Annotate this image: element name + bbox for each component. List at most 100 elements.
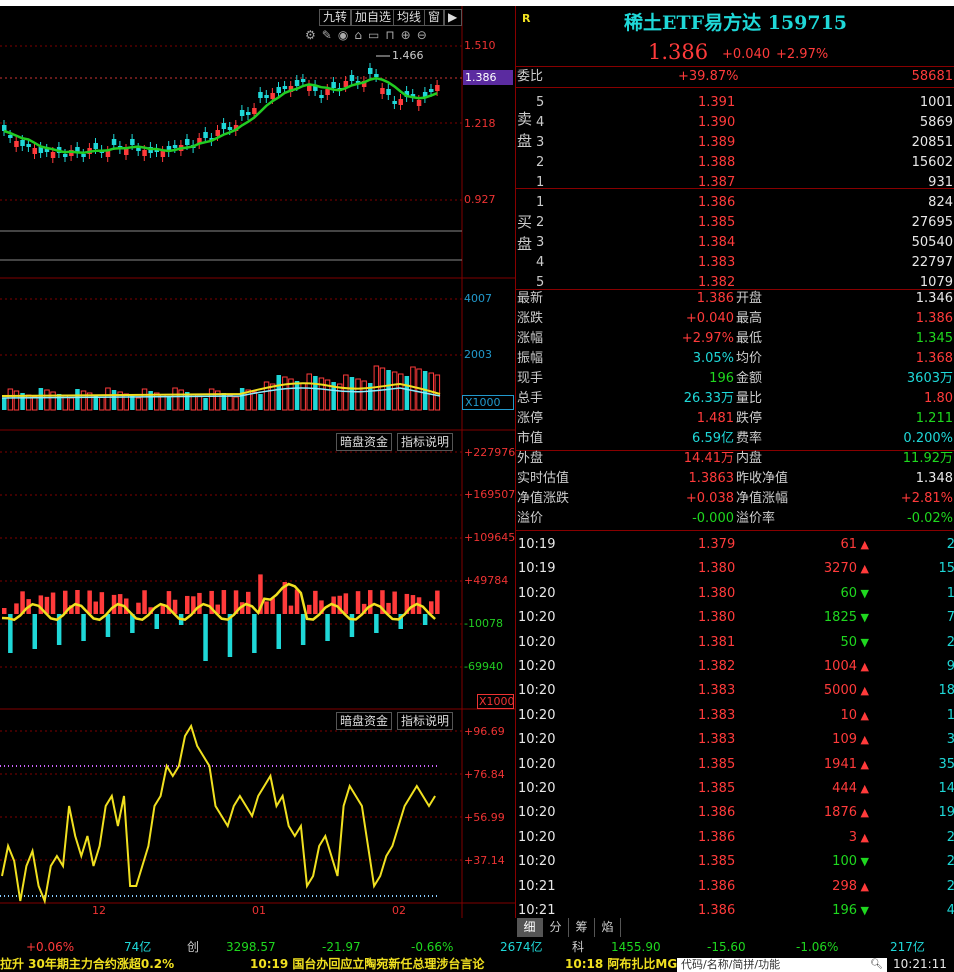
export-icon[interactable]: ▭ xyxy=(368,28,385,42)
tab-3[interactable]: 焰 xyxy=(595,918,621,937)
tick-row[interactable]: 10:20 1.381 50 ▼ 2 xyxy=(516,631,954,655)
dark-fund-button[interactable]: 暗盘资金 xyxy=(336,433,393,451)
volume-bar xyxy=(44,389,50,411)
volume-bar xyxy=(135,397,142,411)
stat-row: 外盘 14.41万 内盘 11.92万 xyxy=(516,449,954,469)
ask-row[interactable]: 1 1.387 931 xyxy=(516,173,954,193)
candle xyxy=(380,88,385,94)
search-icon[interactable]: 🔍︎ xyxy=(870,958,883,972)
tab-2[interactable]: 筹 xyxy=(569,918,595,937)
tick-row[interactable]: 10:20 1.380 1825 ▼ 7 xyxy=(516,606,954,630)
search-input[interactable]: 代码/名称/简拼/功能 🔍︎ xyxy=(677,958,887,972)
tick-row[interactable]: 10:20 1.385 1941 ▲ 35 xyxy=(516,753,954,777)
ask-row[interactable]: 3 1.389 20851 xyxy=(516,133,954,153)
volume-bar xyxy=(111,390,117,410)
chart-canvas[interactable] xyxy=(0,6,515,918)
tick-row[interactable]: 10:21 1.386 298 ▲ 2 xyxy=(516,875,954,899)
bid-row[interactable]: 4 1.383 22797 xyxy=(516,253,954,273)
volume-bar xyxy=(263,381,270,411)
news-item[interactable]: 拉升 30年期主力合约涨超0.2% xyxy=(0,957,174,972)
bid-row[interactable]: 2 1.385 27695 xyxy=(516,213,954,233)
stat-label: 净值涨幅 xyxy=(736,491,789,506)
stat-value: 6.59亿 xyxy=(692,431,734,446)
tick-price: 1.386 xyxy=(698,878,736,894)
bid-row[interactable]: 3 1.384 50540 xyxy=(516,233,954,253)
header-pct: +2.97% xyxy=(776,47,829,62)
tick-row[interactable]: 10:20 1.380 60 ▼ 1 xyxy=(516,582,954,606)
oscillator-line xyxy=(1,723,436,905)
news-item[interactable]: 10:19 国台办回应立陶宛新任总理涉台言论 xyxy=(250,957,484,972)
stat-value: +0.040 xyxy=(685,311,734,326)
tick-volume: 60 xyxy=(840,585,857,601)
fund-bar xyxy=(197,592,202,614)
tab-0[interactable]: 细 xyxy=(517,918,543,937)
tick-row[interactable]: 10:19 1.379 61 ▲ 2 xyxy=(516,533,954,557)
volume-bar xyxy=(294,381,300,410)
tick-row[interactable]: 10:20 1.386 3 ▲ 2 xyxy=(516,826,954,850)
window-button[interactable]: 窗 xyxy=(424,9,445,26)
ma-line-button[interactable]: 均线 xyxy=(393,9,426,26)
ask-price: 1.387 xyxy=(698,175,736,190)
tick-count: 15 xyxy=(938,561,954,577)
stat-value: -0.02% xyxy=(907,511,953,526)
tab-1[interactable]: 分 xyxy=(543,918,569,937)
news-item[interactable]: 10:18 阿布扎比MG xyxy=(565,957,677,972)
fund-bar xyxy=(325,614,330,641)
expand-button[interactable]: ▶ xyxy=(444,9,462,26)
settings-icon[interactable]: ⚙ xyxy=(305,28,322,42)
tick-row[interactable]: 10:20 1.383 10 ▲ 1 xyxy=(516,704,954,728)
fund-bar xyxy=(87,590,92,614)
tick-volume: 61 xyxy=(840,537,857,552)
ask-volume: 1001 xyxy=(919,95,953,110)
bid-price: 1.384 xyxy=(698,235,736,250)
indicator-info-button[interactable]: 指标说明 xyxy=(397,712,454,730)
tick-row[interactable]: 10:20 1.383 5000 ▲ 18 xyxy=(516,679,954,703)
eye-icon[interactable]: ◉ xyxy=(338,28,354,42)
tick-volume: 1876 xyxy=(823,805,857,821)
ke-amount: 217亿 xyxy=(890,940,925,954)
volume-axis-label: 4007 xyxy=(464,292,492,305)
stat-label: 费率 xyxy=(736,431,763,446)
tick-count: 4 xyxy=(946,903,954,918)
volume-bar xyxy=(32,396,38,411)
arrow-up-icon: ▲ xyxy=(860,830,869,844)
stat-value: 1.80 xyxy=(924,391,953,406)
chart-area[interactable]: 九转 加自选 均线 窗 ▶ ⚙✎◉⌂▭⊓⊕⊖ 1.510 1.218 0.927… xyxy=(0,6,515,918)
add-watchlist-button[interactable]: 加自选 xyxy=(351,9,396,26)
stat-row: 振幅 3.05% 均价 1.368 xyxy=(516,349,954,369)
basket-icon[interactable]: ⌂ xyxy=(354,28,368,42)
tick-count: 9 xyxy=(946,659,954,674)
jiuzhuan-button[interactable]: 九转 xyxy=(319,9,352,26)
candle xyxy=(264,95,269,98)
ask-row[interactable]: 4 1.390 5869 xyxy=(516,113,954,133)
fund-bar xyxy=(154,614,159,629)
stat-row: 实时估值 1.3863 昨收净值 1.348 xyxy=(516,469,954,489)
zoom-in-icon[interactable]: ⊕ xyxy=(401,28,417,42)
tick-price: 1.385 xyxy=(698,781,736,796)
draw-icon[interactable]: ✎ xyxy=(322,28,338,42)
ke-pct: -1.06% xyxy=(796,940,839,954)
bid-row[interactable]: 1 1.386 824 xyxy=(516,193,954,213)
volume-bar xyxy=(130,396,135,410)
tick-row[interactable]: 10:20 1.385 100 ▼ 2 xyxy=(516,850,954,874)
tick-time: 10:19 xyxy=(518,537,556,552)
ask-row[interactable]: 5 1.391 1001 xyxy=(516,93,954,113)
lock-icon[interactable]: ⊓ xyxy=(385,28,400,42)
stat-label: 净值涨跌 xyxy=(517,491,570,506)
dark-fund-button[interactable]: 暗盘资金 xyxy=(336,712,393,730)
tick-row[interactable]: 10:20 1.382 1004 ▲ 9 xyxy=(516,655,954,679)
candle xyxy=(349,75,355,81)
stat-row: 净值涨跌 +0.038 净值涨幅 +2.81% xyxy=(516,489,954,509)
ask-row[interactable]: 2 1.388 15602 xyxy=(516,153,954,173)
indicator-info-button[interactable]: 指标说明 xyxy=(397,433,454,451)
tick-row[interactable]: 10:19 1.380 3270 ▲ 15 xyxy=(516,557,954,581)
volume-unit-label: X1000 xyxy=(462,395,514,410)
tick-price: 1.386 xyxy=(698,805,736,821)
fund-axis-label: -69940 xyxy=(464,660,503,673)
tick-row[interactable]: 10:20 1.383 109 ▲ 3 xyxy=(516,728,954,752)
tool-icon-row: ⚙✎◉⌂▭⊓⊕⊖ xyxy=(305,28,465,44)
zoom-out-icon[interactable]: ⊖ xyxy=(417,28,433,42)
volume-bar xyxy=(276,375,281,410)
tick-row[interactable]: 10:20 1.386 1876 ▲ 19 xyxy=(516,801,954,825)
tick-row[interactable]: 10:20 1.385 444 ▲ 14 xyxy=(516,777,954,801)
